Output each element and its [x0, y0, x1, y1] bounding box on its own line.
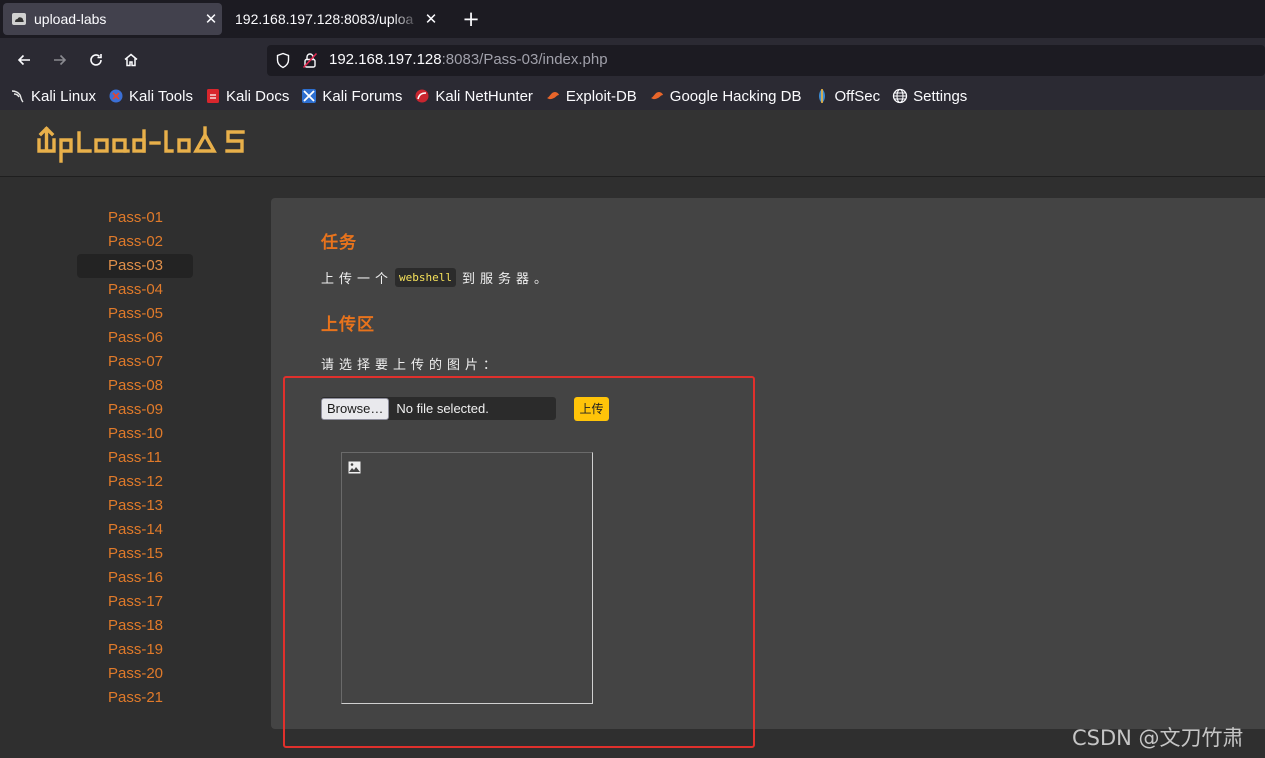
upload-prompt: 请选择要上传的图片： — [321, 358, 502, 373]
sidebar-item-pass-19[interactable]: Pass-19 — [77, 638, 193, 662]
bookmark-google-hacking-db[interactable]: Google Hacking DB — [649, 88, 802, 105]
sidebar-item-pass-12[interactable]: Pass-12 — [77, 470, 193, 494]
sidebar-item-pass-17[interactable]: Pass-17 — [77, 590, 193, 614]
forward-arrow-icon[interactable] — [46, 46, 74, 74]
file-status: No file selected. — [396, 401, 489, 416]
sidebar-item-pass-10[interactable]: Pass-10 — [77, 422, 193, 446]
browse-button[interactable]: Browse… — [321, 397, 390, 420]
bookmark-label: Kali Linux — [31, 87, 97, 105]
bookmark-exploit-db[interactable]: Exploit-DB — [545, 88, 637, 105]
ghdb-icon — [649, 88, 665, 104]
sidebar-item-pass-05[interactable]: Pass-05 — [77, 302, 193, 326]
task-description: 上传一个 webshell 到服务器。 — [321, 268, 552, 287]
site-header — [0, 110, 1265, 177]
upload-submit-button[interactable]: 上传 — [574, 397, 609, 421]
close-tab-icon[interactable]: ✕ — [420, 10, 442, 28]
tab-title: 192.168.197.128:8083/uploa — [235, 11, 414, 27]
sidebar-item-pass-09[interactable]: Pass-09 — [77, 398, 193, 422]
upload-labs-logo[interactable] — [36, 124, 264, 168]
tab-bar: upload-labs ✕ 192.168.197.128:8083/uploa… — [0, 0, 1265, 38]
sidebar-item-pass-07[interactable]: Pass-07 — [77, 350, 193, 374]
broken-image-icon — [348, 459, 361, 478]
sidebar-item-pass-06[interactable]: Pass-06 — [77, 326, 193, 350]
url-path: :8083/Pass-03/index.php — [441, 51, 608, 68]
webshell-code: webshell — [395, 268, 456, 287]
cloud-favicon-icon — [11, 11, 27, 27]
nethunter-icon — [414, 88, 430, 104]
sidebar: Pass-01 Pass-02 Pass-03 Pass-04 Pass-05 Pass-… — [0, 178, 270, 758]
bookmark-settings[interactable]: Settings — [892, 88, 967, 105]
bookmark-kali-nethunter[interactable]: Kali NetHunter — [414, 88, 533, 105]
bookmark-kali-linux[interactable]: Kali Linux — [10, 88, 96, 105]
new-tab-button[interactable]: + — [458, 6, 484, 32]
sidebar-item-pass-21[interactable]: Pass-21 — [77, 686, 193, 710]
bookmark-kali-tools[interactable]: Kali Tools — [108, 88, 193, 105]
sidebar-item-pass-03[interactable]: Pass-03 — [77, 254, 193, 278]
sidebar-item-pass-20[interactable]: Pass-20 — [77, 662, 193, 686]
tab-upload-labs[interactable]: upload-labs ✕ — [3, 3, 222, 35]
file-input[interactable]: Browse… No file selected. — [321, 397, 556, 420]
bookmark-offsec[interactable]: OffSec — [814, 87, 881, 105]
sidebar-item-pass-13[interactable]: Pass-13 — [77, 494, 193, 518]
sidebar-item-pass-04[interactable]: Pass-04 — [77, 278, 193, 302]
task-text-before: 上传一个 — [321, 272, 394, 287]
kali-forums-icon — [301, 88, 317, 104]
image-preview — [341, 452, 593, 704]
csdn-watermark: CSDN @文刀竹肃 — [1072, 726, 1244, 750]
bookmarks-bar: Kali Linux Kali Tools Kali Docs Kali For… — [0, 82, 1265, 110]
exploitdb-icon — [545, 88, 561, 104]
bookmark-label: Kali Docs — [225, 87, 290, 105]
tab-url[interactable]: 192.168.197.128:8083/uploa ✕ — [227, 3, 442, 35]
upload-heading: 上传区 — [321, 315, 375, 335]
web-page: Pass-01 Pass-02 Pass-03 Pass-04 Pass-05 Pass-… — [0, 110, 1265, 758]
main-panel: 任务 上传一个 webshell 到服务器。 上传区 请选择要上传的图片： Br… — [271, 198, 1265, 729]
reload-icon[interactable] — [82, 46, 110, 74]
url-host: 192.168.197.128 — [329, 51, 442, 68]
task-text-after: 到服务器。 — [462, 272, 553, 287]
bookmark-label: OffSec — [834, 87, 881, 105]
sidebar-item-pass-15[interactable]: Pass-15 — [77, 542, 193, 566]
bookmark-label: Kali Forums — [322, 87, 403, 105]
globe-icon — [892, 88, 908, 104]
bookmark-kali-docs[interactable]: Kali Docs — [205, 88, 289, 105]
url-text: 192.168.197.128:8083/Pass-03/index.php — [329, 51, 608, 68]
bookmark-label: Settings — [913, 87, 968, 105]
bookmark-label: Kali NetHunter — [435, 87, 533, 105]
kali-docs-icon — [205, 88, 221, 104]
sidebar-item-pass-18[interactable]: Pass-18 — [77, 614, 193, 638]
tab-title: upload-labs — [34, 11, 107, 27]
sidebar-item-pass-01[interactable]: Pass-01 — [77, 206, 193, 230]
kali-tools-icon — [108, 88, 124, 104]
bookmark-label: Exploit-DB — [565, 87, 637, 105]
bookmark-label: Kali Tools — [129, 87, 193, 105]
home-icon[interactable] — [117, 46, 145, 74]
shield-icon[interactable] — [275, 52, 291, 73]
bookmark-label: Google Hacking DB — [669, 87, 802, 105]
back-arrow-icon[interactable] — [10, 46, 38, 74]
kali-dragon-icon — [10, 88, 26, 104]
bookmark-kali-forums[interactable]: Kali Forums — [301, 88, 402, 105]
insecure-lock-icon[interactable] — [302, 52, 318, 73]
sidebar-item-pass-08[interactable]: Pass-08 — [77, 374, 193, 398]
sidebar-item-pass-16[interactable]: Pass-16 — [77, 566, 193, 590]
task-heading: 任务 — [321, 233, 357, 253]
close-tab-icon[interactable]: ✕ — [200, 10, 222, 28]
offsec-icon — [814, 88, 830, 104]
url-bar[interactable]: 192.168.197.128:8083/Pass-03/index.php — [267, 45, 1265, 76]
sidebar-item-pass-11[interactable]: Pass-11 — [77, 446, 193, 470]
sidebar-item-pass-14[interactable]: Pass-14 — [77, 518, 193, 542]
sidebar-item-pass-02[interactable]: Pass-02 — [77, 230, 193, 254]
